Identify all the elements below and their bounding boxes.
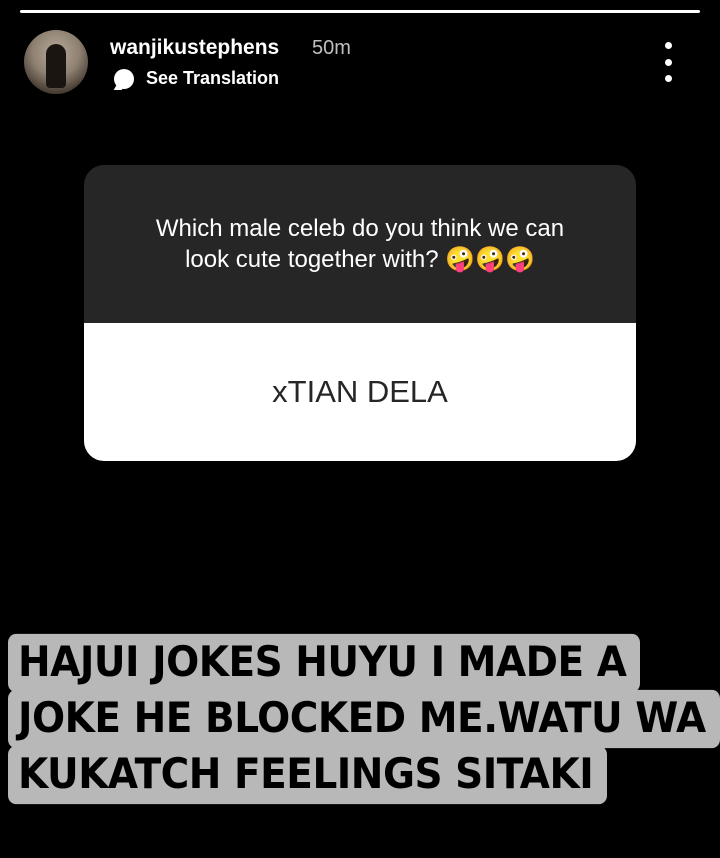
question-sticker: Which male celeb do you think we can loo… [84,165,636,461]
see-translation-button[interactable]: See Translation [114,68,279,89]
question-text: Which male celeb do you think we can loo… [84,165,636,323]
caption-line: HAJUI JOKES HUYU I MADE A [8,633,641,693]
more-vertical-icon [664,42,672,49]
story-progress-segment [20,10,700,13]
more-options-button[interactable] [658,42,678,82]
more-vertical-icon [664,75,672,82]
avatar[interactable] [24,30,88,94]
more-vertical-icon [664,58,672,66]
caption-line: JOKE HE BLOCKED ME.WATU WA [8,689,720,749]
answer-text: xTIAN DELA [84,323,636,461]
post-time: 50m [312,37,351,59]
story-progress-bar [20,10,700,14]
see-translation-label: See Translation [146,68,280,88]
username-link[interactable]: wanjikustephens [110,36,279,60]
caption-line: KUKATCH FEELINGS SITAKI [8,745,608,805]
story-header: wanjikustephens 50m See Translation [24,30,696,100]
avatar-figure [46,44,66,88]
speech-bubble-icon [114,68,134,89]
story-caption: HAJUI JOKES HUYU I MADE A JOKE HE BLOCKE… [8,633,720,805]
